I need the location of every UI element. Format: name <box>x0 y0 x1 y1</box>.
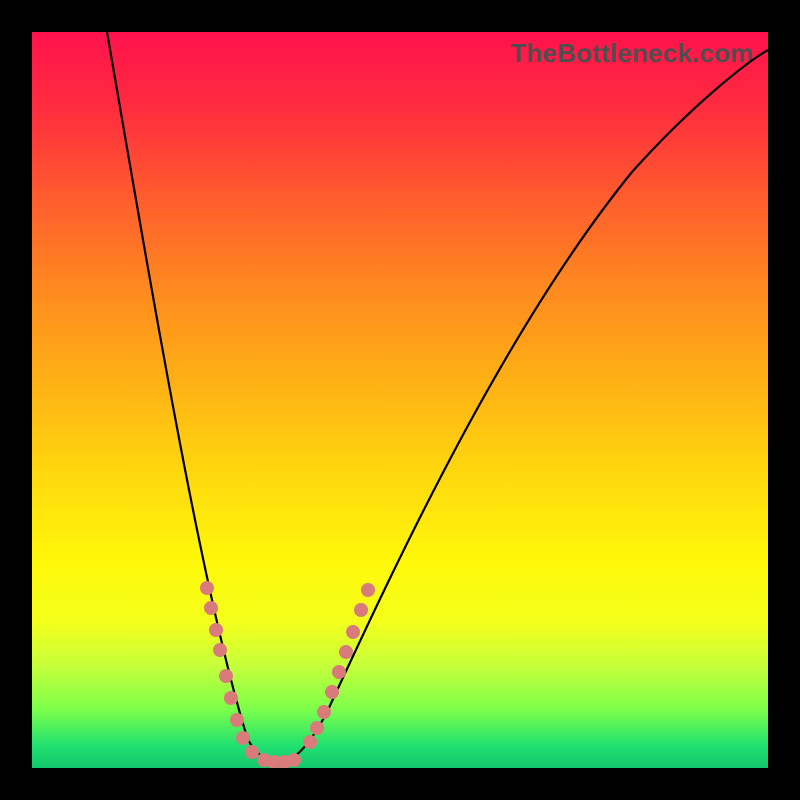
data-dot <box>339 645 353 659</box>
data-dot <box>287 753 301 767</box>
data-dot <box>213 643 227 657</box>
data-dot <box>361 583 375 597</box>
curve-layer <box>32 32 768 768</box>
data-dot <box>236 731 250 745</box>
data-dot <box>209 623 223 637</box>
right-curve <box>280 50 768 762</box>
chart-frame: TheBottleneck.com <box>0 0 800 800</box>
left-curve <box>107 32 280 762</box>
data-dot <box>310 721 324 735</box>
data-dot <box>303 735 317 749</box>
data-dot <box>204 601 218 615</box>
data-dot <box>346 625 360 639</box>
plot-area: TheBottleneck.com <box>32 32 768 768</box>
data-dot <box>200 581 214 595</box>
data-dot <box>245 745 259 759</box>
data-dot <box>224 691 238 705</box>
data-dot <box>354 603 368 617</box>
dots-group <box>200 581 375 768</box>
data-dot <box>325 685 339 699</box>
data-dot <box>332 665 346 679</box>
data-dot <box>219 669 233 683</box>
data-dot <box>317 705 331 719</box>
data-dot <box>230 713 244 727</box>
